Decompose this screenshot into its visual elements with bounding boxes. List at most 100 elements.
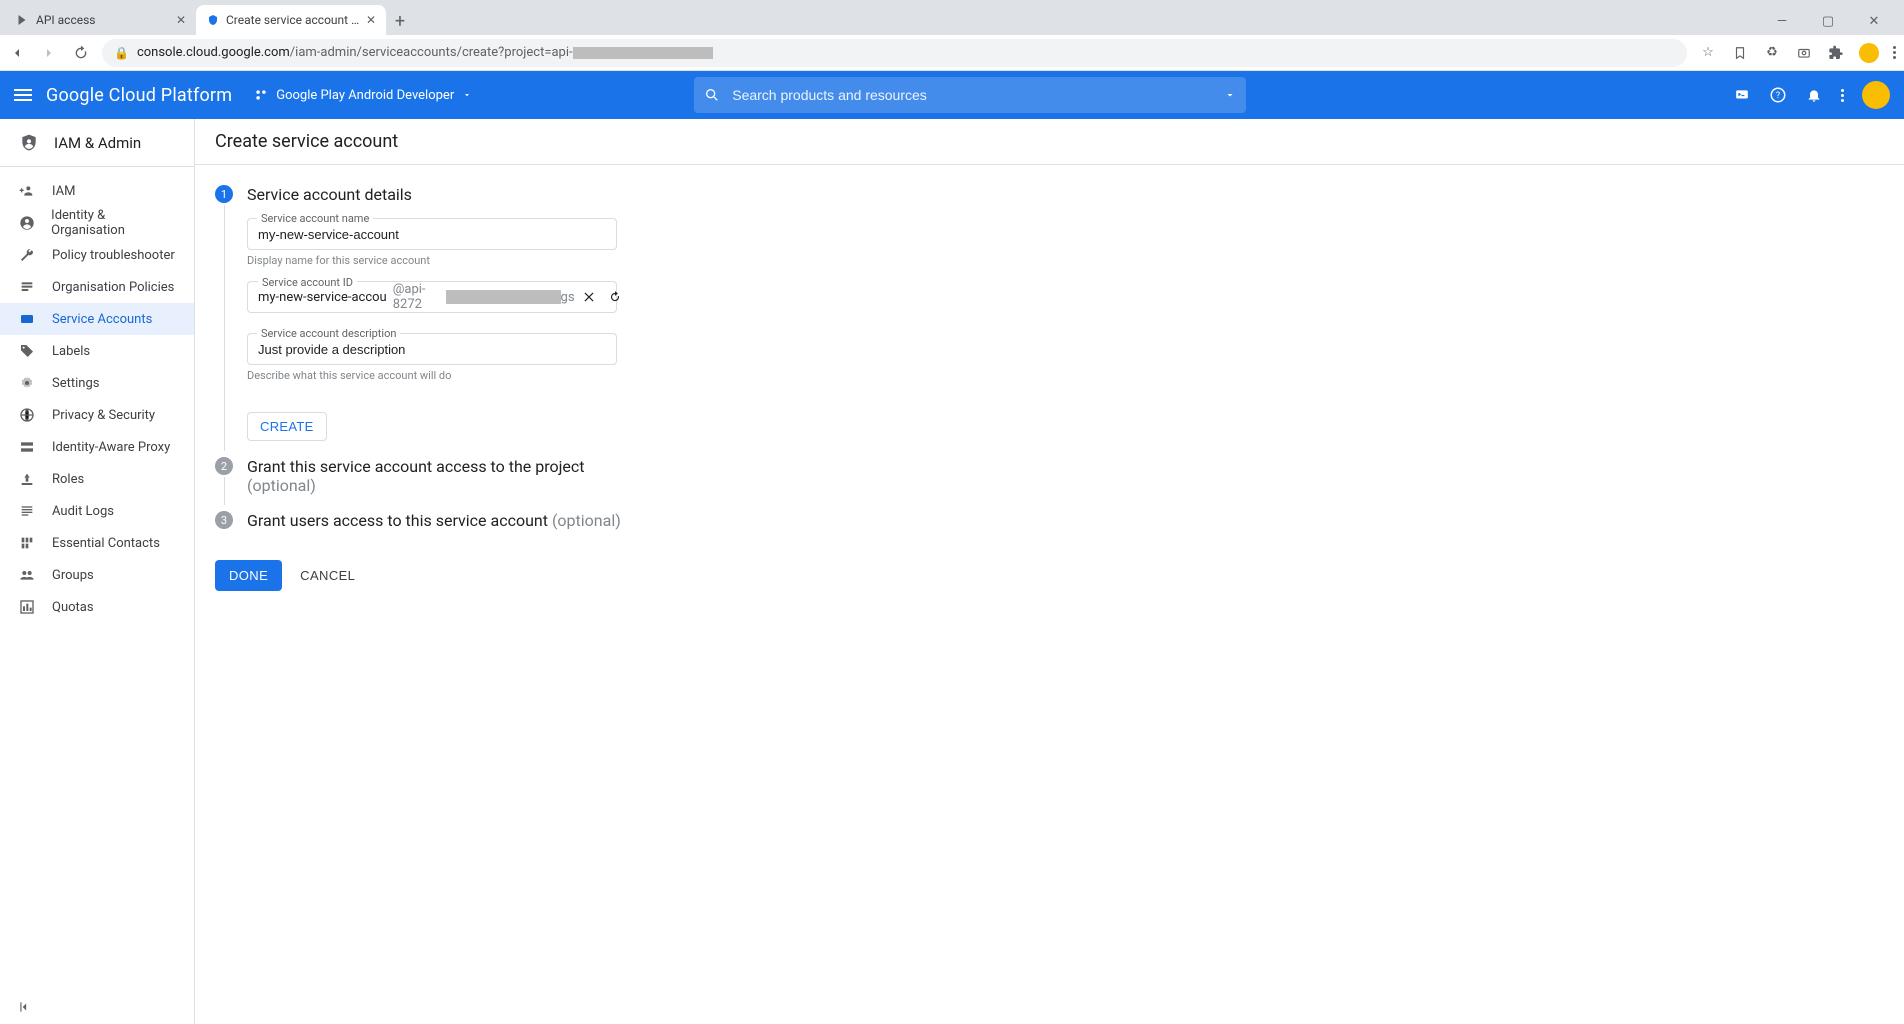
sidebar-item-label: Essential Contacts (52, 536, 160, 551)
kebab-icon[interactable] (1893, 46, 1896, 59)
done-button[interactable]: DONE (215, 560, 282, 591)
recycle-icon[interactable]: ♻ (1763, 44, 1781, 62)
svg-text:?: ? (1776, 91, 1780, 101)
browser-tab-active[interactable]: Create service account – IAM & / ✕ (196, 5, 386, 35)
kebab-icon[interactable] (1841, 89, 1844, 102)
sidebar-item-identity[interactable]: Identity & Organisation (0, 207, 194, 239)
minimize-icon[interactable]: — (1768, 14, 1796, 29)
sidebar-item-label: Service Accounts (52, 312, 152, 327)
gcp-shield-icon (206, 13, 220, 27)
sidebar-item-roles[interactable]: Roles (0, 463, 194, 495)
sidebar-item-label: Policy troubleshooter (52, 248, 175, 263)
clear-icon[interactable] (581, 289, 597, 305)
gear-icon (18, 374, 36, 392)
service-account-desc-field: Service account description (247, 333, 617, 365)
sidebar-item-label: IAM (52, 184, 75, 199)
name-label: Service account name (257, 212, 373, 225)
gcp-header: Google Cloud Platform Google Play Androi… (0, 71, 1904, 119)
project-name: Google Play Android Developer (276, 88, 454, 103)
account-circle-icon (18, 214, 35, 232)
browser-tab-strip: API access ✕ Create service account – IA… (0, 0, 1904, 35)
search-box[interactable] (694, 77, 1246, 113)
star-icon[interactable]: ☆ (1699, 44, 1717, 62)
reload-icon[interactable] (72, 44, 90, 62)
sidebar-item-troubleshooter[interactable]: Policy troubleshooter (0, 239, 194, 271)
footer-actions: DONE CANCEL (215, 560, 815, 591)
search-input[interactable] (732, 87, 1212, 103)
service-account-id-field: Service account ID my-new-service-accou … (247, 281, 617, 313)
new-tab-button[interactable]: + (386, 7, 414, 35)
play-store-icon (16, 13, 30, 27)
sidebar-item-label: Identity-Aware Proxy (52, 440, 170, 455)
sidebar-item-label: Roles (52, 472, 84, 487)
redacted-segment (573, 47, 713, 59)
cancel-button[interactable]: CANCEL (300, 568, 355, 583)
maximize-icon[interactable]: ▢ (1814, 14, 1842, 29)
close-icon[interactable]: ✕ (366, 13, 376, 27)
sidebar-item-labels[interactable]: Labels (0, 335, 194, 367)
create-button[interactable]: CREATE (247, 412, 327, 441)
step-2-title: Grant this service account access to the… (247, 457, 815, 495)
address-bar[interactable]: 🔒 console.cloud.google.com/iam-admin/ser… (102, 39, 1687, 67)
forward-icon[interactable] (40, 44, 58, 62)
sidebar-item-label: Settings (52, 376, 99, 391)
notifications-icon[interactable] (1805, 86, 1823, 104)
header-actions: ? (1733, 81, 1890, 109)
sidebar-item-iap[interactable]: Identity-Aware Proxy (0, 431, 194, 463)
sidebar-title: IAM & Admin (54, 134, 141, 152)
sidebar-item-groups[interactable]: Groups (0, 559, 194, 591)
desc-label: Service account description (257, 327, 400, 340)
help-icon[interactable]: ? (1769, 86, 1787, 104)
sidebar-item-service-accounts[interactable]: Service Accounts (0, 303, 194, 335)
back-icon[interactable] (8, 44, 26, 62)
hamburger-icon[interactable] (14, 89, 32, 101)
contacts-icon (18, 534, 36, 552)
sidebar-item-label: Labels (52, 344, 90, 359)
window-controls: — ▢ ✕ (1768, 14, 1904, 35)
sidebar-item-contacts[interactable]: Essential Contacts (0, 527, 194, 559)
step-3-title: Grant users access to this service accou… (247, 511, 815, 530)
close-icon[interactable]: ✕ (176, 13, 186, 27)
bookmark-icon[interactable] (1731, 44, 1749, 62)
close-window-icon[interactable]: ✕ (1860, 14, 1888, 29)
id-value: my-new-service-accou (258, 290, 387, 305)
project-selector[interactable]: Google Play Android Developer (246, 84, 480, 107)
sidebar-item-quotas[interactable]: Quotas (0, 591, 194, 623)
chevron-down-icon[interactable] (1224, 89, 1236, 101)
step-3: 3 Grant users access to this service acc… (215, 511, 815, 540)
globe-icon (18, 406, 36, 424)
browser-tab[interactable]: API access ✕ (6, 5, 196, 35)
sidebar-item-label: Audit Logs (52, 504, 114, 519)
step-2: 2 Grant this service account access to t… (215, 457, 815, 505)
sidebar-item-label: Organisation Policies (52, 280, 174, 295)
id-label: Service account ID (258, 276, 357, 289)
account-avatar[interactable] (1862, 81, 1890, 109)
page-title: Create service account (195, 119, 1904, 165)
gcp-logo[interactable]: Google Cloud Platform (46, 85, 232, 106)
service-account-name-field: Service account name (247, 218, 617, 250)
step-number-3: 3 (215, 511, 233, 529)
service-account-icon (18, 310, 36, 328)
browser-nav-bar: 🔒 console.cloud.google.com/iam-admin/ser… (0, 35, 1904, 71)
sidebar-item-iam[interactable]: IAM (0, 175, 194, 207)
extensions-icon[interactable] (1827, 44, 1845, 62)
step-number-1: 1 (215, 185, 233, 203)
sidebar-item-label: Privacy & Security (52, 408, 155, 423)
cloud-shell-icon[interactable] (1733, 86, 1751, 104)
sidebar-item-org-policies[interactable]: Organisation Policies (0, 271, 194, 303)
sidebar-item-label: Quotas (52, 600, 94, 615)
logs-icon (18, 502, 36, 520)
refresh-icon[interactable] (607, 289, 623, 305)
sidebar-item-settings[interactable]: Settings (0, 367, 194, 399)
lock-icon: 🔒 (114, 46, 129, 60)
step-1: 1 Service account details Service accoun… (215, 185, 815, 451)
tag-icon (18, 342, 36, 360)
camera-icon[interactable] (1795, 44, 1813, 62)
person-add-icon (18, 182, 36, 200)
collapse-icon[interactable] (0, 990, 194, 1024)
sidebar-item-audit-logs[interactable]: Audit Logs (0, 495, 194, 527)
profile-avatar[interactable] (1859, 43, 1879, 63)
step-number-2: 2 (215, 457, 233, 475)
sidebar-item-privacy[interactable]: Privacy & Security (0, 399, 194, 431)
sidebar: IAM & Admin IAM Identity & Organisation … (0, 119, 195, 1024)
